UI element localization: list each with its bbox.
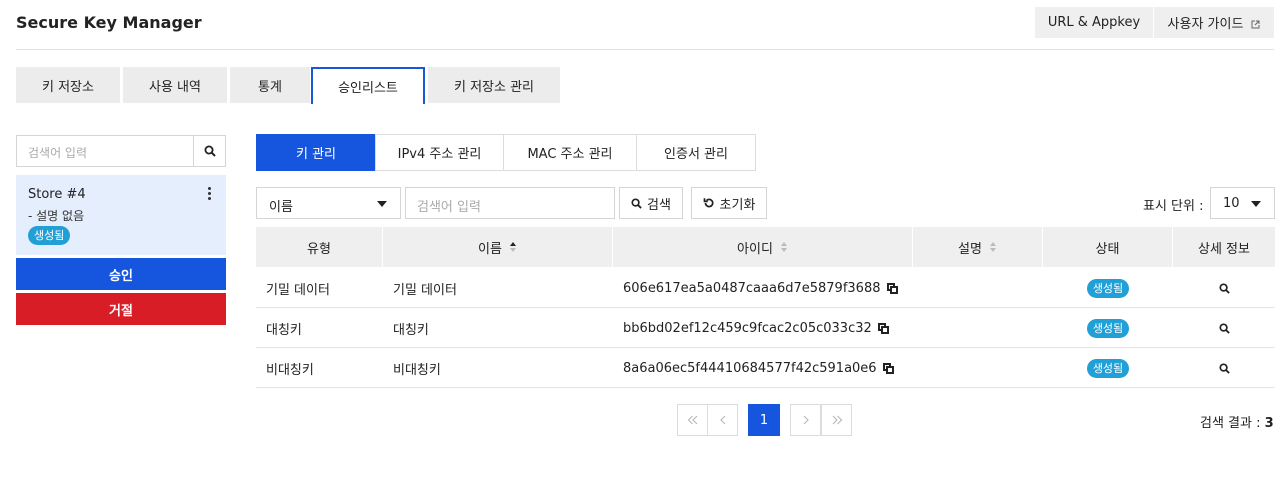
copy-icon[interactable]: [882, 362, 894, 374]
chevron-left-icon: [719, 415, 725, 425]
app-header: Secure Key Manager URL & Appkey 사용자 가이드: [16, 0, 1274, 50]
chevron-right-icon: [803, 415, 809, 425]
app-title: Secure Key Manager: [16, 13, 202, 32]
next-page-button[interactable]: [790, 404, 821, 436]
table-row: 기밀 데이터 기밀 데이터 606e617ea5a0487caaa6d7e587…: [256, 268, 1275, 308]
tab-usage-history[interactable]: 사용 내역: [123, 67, 227, 103]
cell-status: 생성됨: [1043, 308, 1173, 348]
store-search-field: 검색어 입력: [16, 135, 226, 167]
store-search-button[interactable]: [193, 136, 225, 166]
search-button[interactable]: 검색: [619, 187, 683, 219]
cell-type: 기밀 데이터: [266, 282, 330, 298]
reset-button[interactable]: 초기화: [691, 187, 767, 219]
cell-status: 생성됨: [1043, 348, 1173, 388]
cell-details: [1173, 348, 1275, 388]
cell-description: [913, 268, 1043, 308]
sort-icon: [509, 242, 517, 252]
key-id: bb6bd02ef12c459c9fcac2c05c033c32: [623, 320, 872, 336]
page-button-current[interactable]: 1: [748, 404, 780, 436]
cell-details: [1173, 308, 1275, 348]
search-icon: [204, 145, 216, 157]
column-header-type: 유형: [256, 227, 383, 267]
table-row: 비대칭키 비대칭키 8a6a06ec5f44410684577f42c591a0…: [256, 348, 1275, 388]
cell-name: 기밀 데이터: [393, 282, 457, 298]
status-badge: 생성됨: [1086, 278, 1130, 298]
search-field-select[interactable]: 이름: [256, 187, 401, 219]
search-field-value: 이름: [269, 200, 293, 215]
column-header-status: 상태: [1043, 227, 1173, 267]
subtab-key-management[interactable]: 키 관리: [256, 134, 376, 171]
tab-key-store-management[interactable]: 키 저장소 관리: [428, 67, 560, 103]
approve-button[interactable]: 승인: [16, 258, 226, 290]
page-size-select[interactable]: 10: [1210, 187, 1275, 219]
previous-page-button[interactable]: [707, 404, 738, 436]
copy-icon[interactable]: [877, 322, 889, 334]
cell-description: [913, 308, 1043, 348]
search-result-value: 3: [1264, 416, 1274, 431]
cell-description: [913, 348, 1043, 388]
cell-name: 대칭키: [393, 322, 429, 338]
cell-details: [1173, 268, 1275, 308]
search-result-count: 검색 결과 : 3: [1200, 412, 1274, 431]
cell-id: 8a6a06ec5f44410684577f42c591a0e6: [623, 348, 913, 388]
key-id: 606e617ea5a0487caaa6d7e5879f3688: [623, 280, 881, 296]
detail-search-icon[interactable]: [1218, 282, 1230, 294]
chevron-down-icon: [1251, 201, 1261, 207]
store-description: - 설명 없음: [28, 209, 85, 223]
store-search-input[interactable]: 검색어 입력: [28, 144, 87, 161]
status-badge: 생성됨: [1086, 318, 1130, 338]
search-field: 검색어 입력: [405, 187, 615, 219]
tab-key-store[interactable]: 키 저장소: [16, 67, 120, 103]
column-header-details: 상세 정보: [1198, 241, 1250, 257]
cell-type: 대칭키: [266, 322, 302, 338]
copy-icon[interactable]: [886, 282, 898, 294]
reject-button[interactable]: 거절: [16, 293, 226, 325]
last-page-button[interactable]: [821, 404, 852, 436]
refresh-icon: [703, 198, 714, 208]
external-link-icon: [1251, 18, 1260, 29]
column-header-id[interactable]: 아이디: [613, 227, 913, 267]
cell-type: 비대칭키: [266, 362, 314, 378]
key-id: 8a6a06ec5f44410684577f42c591a0e6: [623, 360, 877, 376]
chevron-down-icon: [377, 201, 387, 207]
search-icon: [631, 197, 642, 209]
first-page-button[interactable]: [677, 404, 708, 436]
double-chevron-right-icon: [832, 415, 842, 425]
detail-search-icon[interactable]: [1218, 322, 1230, 334]
subtab-ipv4-management[interactable]: IPv4 주소 관리: [375, 134, 504, 171]
double-chevron-left-icon: [687, 415, 697, 425]
cell-id: 606e617ea5a0487caaa6d7e5879f3688: [623, 268, 913, 308]
cell-name: 비대칭키: [393, 362, 441, 378]
store-name: Store #4: [28, 187, 86, 202]
url-appkey-button[interactable]: URL & Appkey: [1035, 7, 1153, 38]
cell-id: bb6bd02ef12c459c9fcac2c05c033c32: [623, 308, 913, 348]
page-size-label: 표시 단위 :: [1143, 199, 1204, 214]
table-header: 유형 이름 아이디 설명 상태 상세 정보: [256, 227, 1275, 267]
user-guide-label: 사용자 가이드: [1167, 17, 1244, 32]
subtab-certificate-management[interactable]: 인증서 관리: [636, 134, 756, 171]
table-row: 대칭키 대칭키 bb6bd02ef12c459c9fcac2c05c033c32…: [256, 308, 1275, 348]
reset-button-label: 초기화: [719, 197, 756, 213]
column-header-name[interactable]: 이름: [383, 227, 613, 267]
sort-icon: [989, 242, 997, 252]
status-badge: 생성됨: [28, 226, 71, 245]
column-header-description[interactable]: 설명: [913, 227, 1043, 267]
tab-statistics[interactable]: 통계: [230, 67, 310, 103]
search-input[interactable]: 검색어 입력: [417, 196, 481, 215]
more-options-icon[interactable]: [208, 187, 212, 201]
search-result-label: 검색 결과 :: [1200, 416, 1261, 431]
page-size-value: 10: [1223, 196, 1240, 211]
detail-search-icon[interactable]: [1218, 362, 1230, 374]
status-badge: 생성됨: [1086, 358, 1130, 378]
subtab-mac-management[interactable]: MAC 주소 관리: [503, 134, 637, 171]
tab-approval-list[interactable]: 승인리스트: [311, 67, 425, 104]
cell-status: 생성됨: [1043, 268, 1173, 308]
search-button-label: 검색: [647, 197, 671, 213]
store-card[interactable]: Store #4 - 설명 없음 생성됨: [16, 175, 226, 255]
sort-icon: [780, 242, 788, 252]
user-guide-button[interactable]: 사용자 가이드: [1154, 7, 1274, 38]
